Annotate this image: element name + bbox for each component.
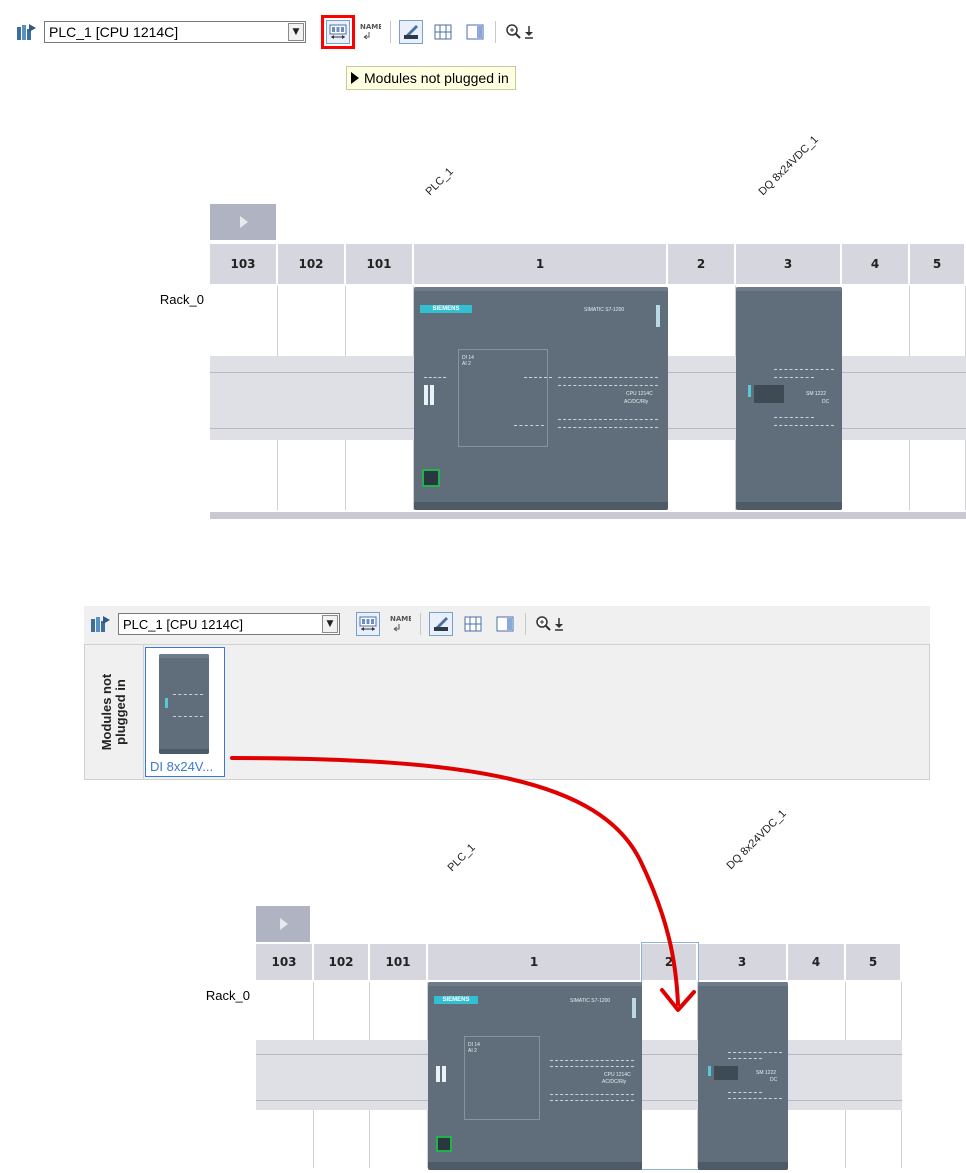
drag-arrow-icon [230,756,696,1012]
